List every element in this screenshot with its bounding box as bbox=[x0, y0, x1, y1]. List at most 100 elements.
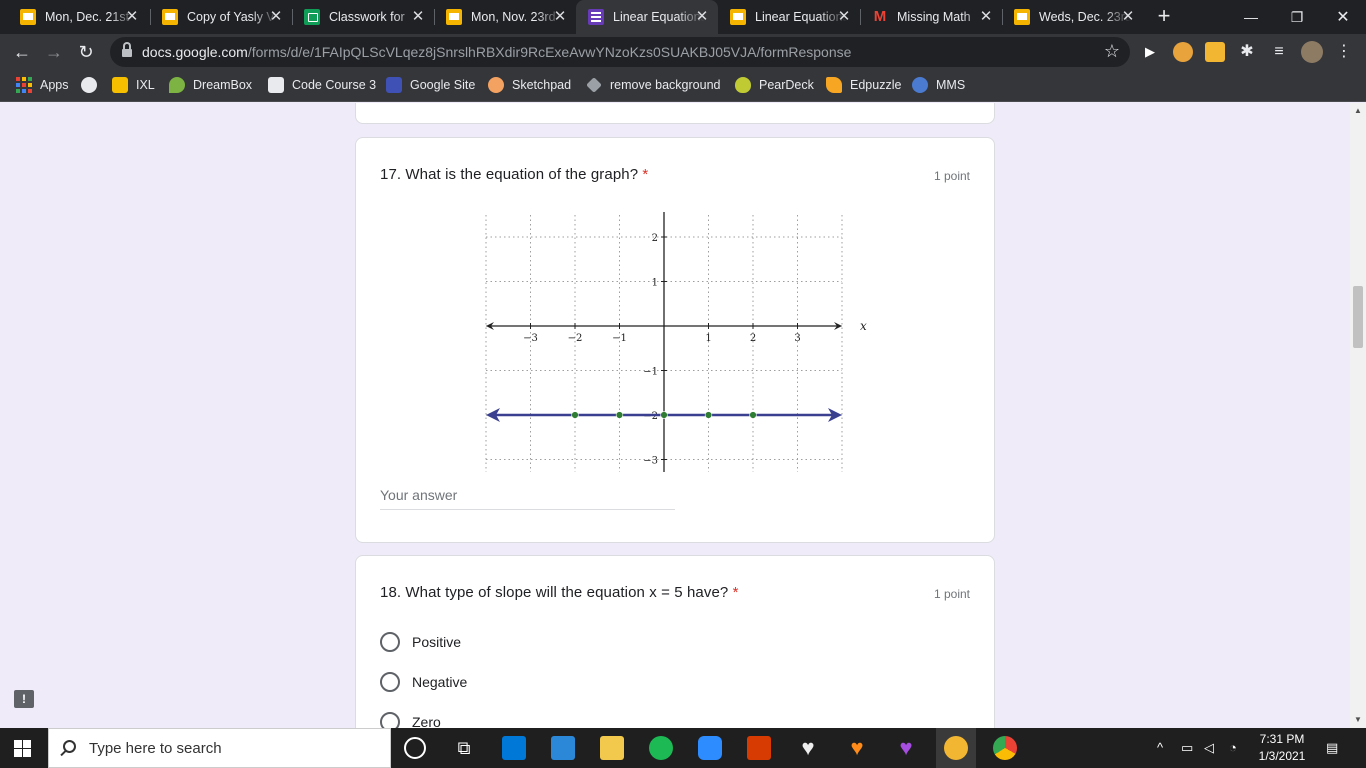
tab-7[interactable]: M Missing Math ✕ bbox=[860, 0, 1002, 34]
bookmark-mms[interactable]: MMS bbox=[912, 70, 965, 100]
bookmark-star-icon[interactable]: ☆ bbox=[1104, 41, 1120, 62]
bookmark-sketchpad[interactable]: Sketchpad bbox=[488, 70, 571, 100]
bookmark-label: Apps bbox=[40, 78, 69, 92]
flower-app-icon[interactable] bbox=[944, 736, 968, 760]
system-clock[interactable]: 7:31 PM 1/3/2021 bbox=[1254, 731, 1310, 765]
new-tab-button[interactable]: + bbox=[1152, 5, 1176, 29]
windows-taskbar: Type here to search ⧉ ♥ ♥ ♥ ^ ▭ ◁ ◔ 7:31… bbox=[0, 728, 1366, 768]
show-hidden-icons[interactable]: ^ bbox=[1157, 740, 1163, 755]
option-negative[interactable]: Negative bbox=[380, 670, 467, 694]
windows-start-icon[interactable] bbox=[14, 740, 31, 757]
x-tick-label: −1 bbox=[612, 333, 627, 344]
task-view-icon[interactable]: ⧉ bbox=[452, 736, 476, 760]
mail-icon[interactable] bbox=[502, 736, 526, 760]
cortana-icon[interactable] bbox=[404, 737, 426, 759]
radio-button[interactable] bbox=[380, 712, 400, 728]
bookmark-label: MMS bbox=[936, 78, 966, 92]
tab-title: Copy of Yasly V bbox=[187, 10, 275, 24]
slides-icon bbox=[1014, 9, 1030, 25]
slides-icon bbox=[162, 9, 178, 25]
radio-button[interactable] bbox=[380, 672, 400, 692]
tab-title: Classwork for bbox=[329, 10, 405, 24]
close-icon[interactable]: ✕ bbox=[268, 9, 284, 25]
close-window-button[interactable]: ✕ bbox=[1320, 0, 1366, 34]
page-scrollbar[interactable]: ▲ ▼ bbox=[1350, 103, 1366, 728]
tab-6[interactable]: Linear Equations ✕ bbox=[718, 0, 860, 34]
volume-icon[interactable]: ◁ bbox=[1204, 740, 1214, 756]
media-queue-icon[interactable]: ≡ bbox=[1269, 42, 1289, 62]
bookmark-remove-background[interactable]: remove background bbox=[586, 70, 720, 100]
store-icon[interactable] bbox=[551, 736, 575, 760]
bookmark-globe[interactable] bbox=[81, 70, 97, 100]
shield-extension-icon[interactable] bbox=[1205, 42, 1225, 62]
answer-input[interactable] bbox=[380, 480, 675, 510]
cursor-extension-icon[interactable]: ▶ bbox=[1140, 42, 1160, 62]
bookmark-ixl[interactable]: IXL bbox=[112, 70, 155, 100]
reload-button[interactable]: ↻ bbox=[74, 40, 98, 64]
tab-title: Mon, Nov. 23rd bbox=[471, 10, 556, 24]
globe-icon bbox=[81, 77, 97, 93]
address-bar[interactable]: docs.google.com/forms/d/e/1FAIpQLScVLqez… bbox=[110, 37, 1130, 67]
purple-heart-icon[interactable]: ♥ bbox=[894, 736, 918, 760]
office-icon[interactable] bbox=[747, 736, 771, 760]
close-icon[interactable]: ✕ bbox=[836, 9, 852, 25]
tab-5-active[interactable]: Linear Equations ✕ bbox=[576, 0, 718, 34]
close-icon[interactable]: ✕ bbox=[124, 9, 140, 25]
battery-icon[interactable]: ▭ bbox=[1181, 740, 1193, 756]
wifi-icon[interactable]: ◔ bbox=[1229, 740, 1237, 755]
close-icon[interactable]: ✕ bbox=[978, 9, 994, 25]
forms-icon bbox=[588, 9, 604, 25]
option-positive[interactable]: Positive bbox=[380, 630, 461, 654]
code-course-icon bbox=[268, 77, 284, 93]
tab-2[interactable]: Copy of Yasly V ✕ bbox=[150, 0, 292, 34]
tab-1[interactable]: Mon, Dec. 21st ✕ bbox=[8, 0, 148, 34]
form-page: 17. What is the equation of the graph? *… bbox=[0, 103, 1350, 728]
tab-8[interactable]: Weds, Dec. 23rd ✕ bbox=[1002, 0, 1144, 34]
points-label: 1 point bbox=[933, 169, 970, 183]
orange-heart-icon[interactable]: ♥ bbox=[845, 736, 869, 760]
extension-icon[interactable] bbox=[1173, 42, 1193, 62]
scroll-down-arrow[interactable]: ▼ bbox=[1350, 712, 1366, 728]
back-button[interactable]: ← bbox=[10, 40, 34, 64]
taskbar-search-box[interactable]: Type here to search bbox=[48, 728, 391, 768]
gmail-icon: M bbox=[873, 8, 887, 25]
close-icon[interactable]: ✕ bbox=[694, 9, 710, 25]
bookmark-apps[interactable]: Apps bbox=[16, 70, 69, 100]
close-icon[interactable]: ✕ bbox=[552, 9, 568, 25]
bookmark-code-course[interactable]: Code Course 3 bbox=[268, 70, 376, 100]
file-explorer-icon[interactable] bbox=[600, 736, 624, 760]
forward-button[interactable]: → bbox=[42, 40, 66, 64]
ixl-icon bbox=[112, 77, 128, 93]
bookmark-peardeck[interactable]: PearDeck bbox=[735, 70, 814, 100]
tab-title: Linear Equations bbox=[613, 10, 705, 24]
menu-kebab-icon[interactable]: ⋮ bbox=[1334, 42, 1354, 62]
close-icon[interactable]: ✕ bbox=[1120, 9, 1136, 25]
points-label: 1 point bbox=[933, 587, 970, 601]
bookmark-google-site[interactable]: Google Site bbox=[386, 70, 475, 100]
bookmark-label: IXL bbox=[136, 78, 155, 92]
tab-3[interactable]: Classwork for ✕ bbox=[292, 0, 434, 34]
bookmark-dreambox[interactable]: DreamBox bbox=[169, 70, 252, 100]
x-tick-label: −2 bbox=[568, 333, 583, 344]
spotify-icon[interactable] bbox=[649, 736, 673, 760]
radio-button[interactable] bbox=[380, 632, 400, 652]
restore-button[interactable]: ❐ bbox=[1274, 0, 1320, 34]
profile-avatar[interactable] bbox=[1301, 41, 1323, 63]
feedback-icon[interactable]: ! bbox=[14, 690, 34, 708]
bookmark-edpuzzle[interactable]: Edpuzzle bbox=[826, 70, 901, 100]
search-icon bbox=[63, 740, 76, 753]
option-zero[interactable]: Zero bbox=[380, 710, 441, 728]
url-host: docs.google.com bbox=[142, 44, 248, 60]
close-icon[interactable]: ✕ bbox=[410, 9, 426, 25]
minimize-button[interactable]: — bbox=[1228, 0, 1274, 34]
x-tick-label: 1 bbox=[705, 333, 711, 344]
scroll-up-arrow[interactable]: ▲ bbox=[1350, 103, 1366, 119]
puzzle-extensions-icon[interactable]: ✱ bbox=[1237, 42, 1257, 62]
chrome-icon[interactable] bbox=[993, 736, 1017, 760]
notifications-icon[interactable]: ▤ bbox=[1326, 740, 1338, 756]
y-tick-label: 1 bbox=[652, 278, 658, 289]
zoom-icon[interactable] bbox=[698, 736, 722, 760]
tab-4[interactable]: Mon, Nov. 23rd ✕ bbox=[434, 0, 576, 34]
scroll-thumb[interactable] bbox=[1353, 286, 1363, 348]
white-heart-icon[interactable]: ♥ bbox=[796, 736, 820, 760]
